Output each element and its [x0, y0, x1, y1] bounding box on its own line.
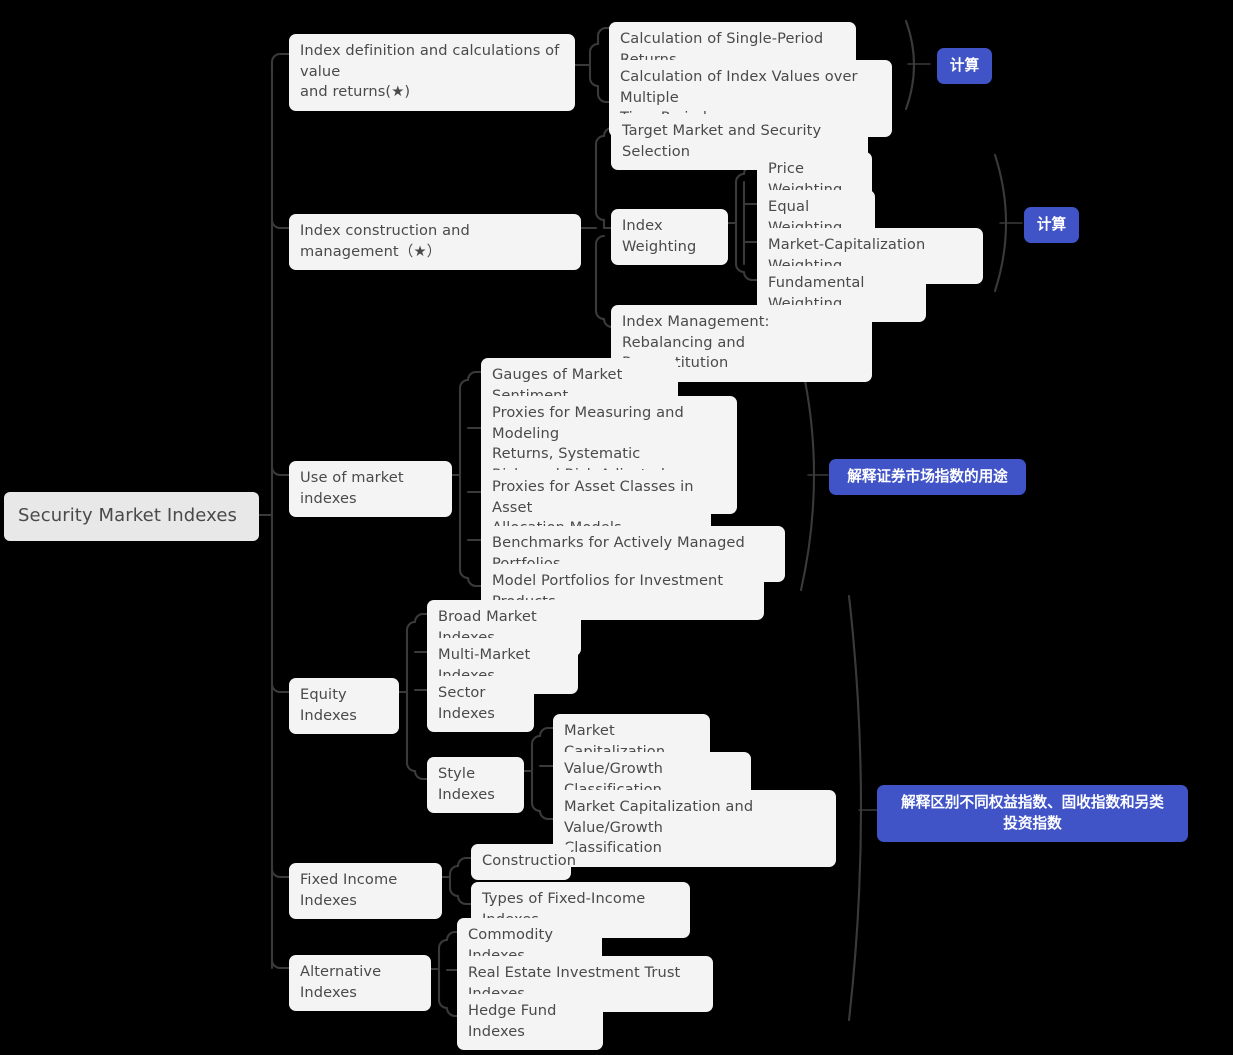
node-market-cap-and-value-growth[interactable]: Market Capitalization and Value/Growth C… [553, 790, 836, 867]
edge-weighting-bracket [734, 172, 746, 274]
brace-distinguish-indexes [847, 594, 863, 1022]
mindmap-canvas: Security Market Indexes Index definition… [0, 0, 1233, 1055]
root-node[interactable]: Security Market Indexes [4, 492, 259, 541]
edge-indexdef-bracket [588, 42, 600, 88]
edge-weighting-c4 [742, 270, 759, 282]
edge-style-bracket [530, 734, 542, 813]
edge-fixed-c2 [456, 894, 473, 906]
edge-equity-c4 [413, 769, 429, 781]
badge-calculation-weighting[interactable]: 计算 [1024, 207, 1079, 243]
edge-trunk-equity-indexes [270, 682, 291, 694]
edge-use-bracket [458, 378, 470, 580]
node-fixed-income-indexes[interactable]: Fixed Income Indexes [289, 863, 442, 919]
edge-trunk-index-definition [270, 52, 291, 75]
brace-calculation-top [904, 19, 916, 111]
edge-use-c5 [466, 576, 483, 588]
node-sector-indexes[interactable]: Sector Indexes [427, 676, 534, 732]
edge-alt-c3 [445, 1006, 459, 1018]
badge-calculation-top[interactable]: 计算 [937, 48, 992, 84]
edge-style-c3 [538, 809, 555, 821]
node-index-definition[interactable]: Index definition and calculations of val… [289, 34, 575, 111]
edge-fixed-c1 [456, 856, 473, 868]
edge-equity-bracket [405, 620, 417, 773]
edge-trunk-index-construction [270, 218, 291, 230]
edge-use-c1 [466, 370, 483, 382]
edge-trunk-use-of-market-indexes [270, 465, 291, 477]
edge-indexdef-c1 [596, 26, 611, 38]
edge-indexcon-c2 [602, 218, 613, 230]
edge-trunk-fixed-income [270, 867, 291, 879]
edge-indexdef-c2 [596, 92, 611, 104]
node-style-indexes[interactable]: Style Indexes [427, 757, 524, 813]
badge-use-of-indexes[interactable]: 解释证券市场指数的用途 [829, 459, 1026, 495]
node-use-of-market-indexes[interactable]: Use of market indexes [289, 461, 452, 517]
edge-fixed-bracket [448, 864, 460, 898]
node-index-weighting[interactable]: Index Weighting [611, 209, 728, 265]
node-index-construction[interactable]: Index construction and management（★） [289, 214, 581, 270]
brace-use-of-indexes [799, 360, 816, 592]
node-hedge-fund-indexes[interactable]: Hedge Fund Indexes [457, 994, 603, 1050]
edge-indexcon-bracket [594, 134, 606, 321]
node-alternative-indexes[interactable]: Alternative Indexes [289, 955, 431, 1011]
node-construction[interactable]: Construction [471, 844, 576, 880]
edge-style-c1 [538, 726, 555, 738]
brace-calculation-weighting [993, 153, 1008, 293]
node-equity-indexes[interactable]: Equity Indexes [289, 678, 399, 734]
edge-equity-c1 [413, 612, 429, 624]
edge-trunk-alternative [270, 958, 291, 970]
edge-alt-c1 [445, 930, 459, 942]
edge-alt-bracket [437, 938, 449, 1010]
badge-distinguish-indexes[interactable]: 解释区别不同权益指数、固收指数和另类 投资指数 [877, 785, 1188, 842]
